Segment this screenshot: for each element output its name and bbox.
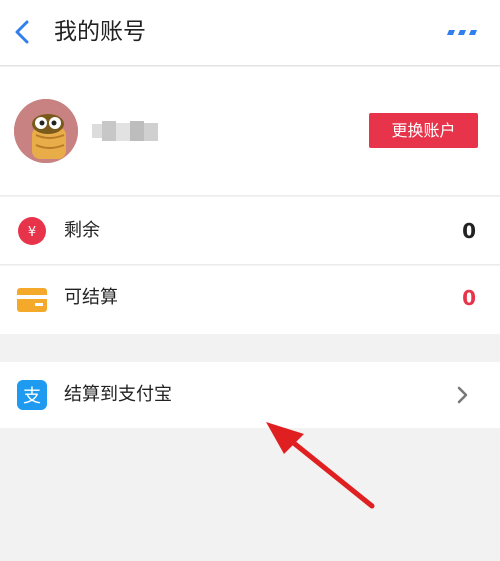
switch-account-button[interactable]: 更换账户: [369, 113, 478, 148]
avatar-cartoon-icon: [14, 99, 78, 163]
username-blurred: [92, 119, 158, 143]
withdraw-label: 结算到支付宝: [64, 384, 172, 405]
settleable-row[interactable]: 可结算 0: [0, 266, 500, 334]
settleable-value: 0: [462, 286, 476, 310]
top-bar: 我的账号: [0, 0, 500, 66]
withdraw-to-alipay-row[interactable]: 支 结算到支付宝: [0, 362, 500, 428]
svg-text:支: 支: [23, 386, 41, 407]
more-dots-icon: [447, 30, 477, 35]
chevron-left-icon: [15, 20, 29, 44]
settleable-label: 可结算: [64, 287, 118, 308]
profile-card: 更换账户: [0, 67, 500, 196]
chevron-right-icon: [457, 386, 468, 404]
balance-label: 剩余: [64, 220, 100, 241]
back-button[interactable]: [8, 14, 38, 50]
red-arrow-icon: [266, 422, 375, 509]
yuan-icon: ¥: [18, 217, 46, 245]
page-title: 我的账号: [54, 19, 146, 45]
card-icon: [17, 288, 47, 312]
balance-value: 0: [462, 219, 476, 243]
avatar[interactable]: [14, 99, 78, 163]
svg-text:¥: ¥: [28, 225, 36, 240]
more-button[interactable]: [444, 22, 480, 42]
balance-row[interactable]: ¥ 剩余 0: [0, 197, 500, 265]
alipay-icon: 支: [17, 380, 47, 410]
